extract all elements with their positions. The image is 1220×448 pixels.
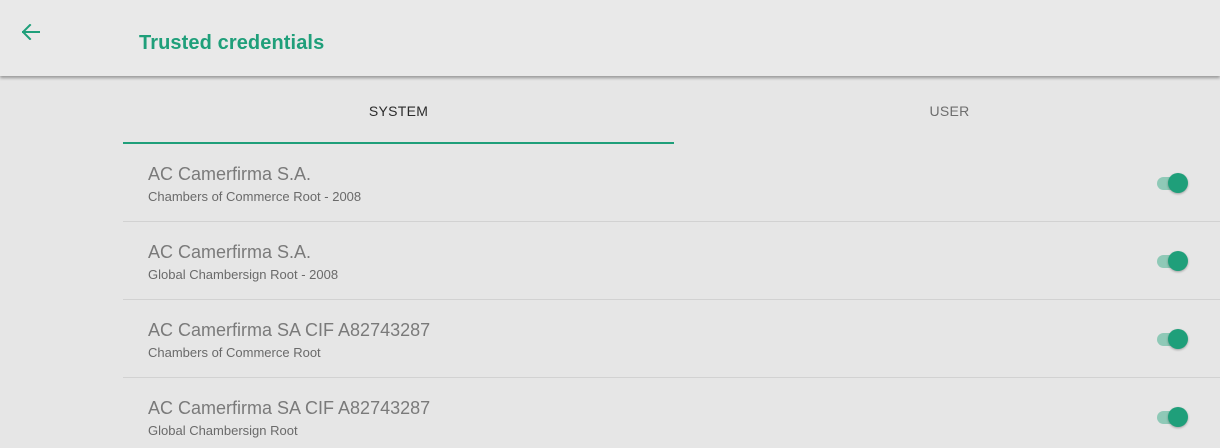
credential-subtitle: Global Chambersign Root - 2008 <box>148 267 339 282</box>
credential-title: AC Camerfirma S.A. <box>148 242 312 262</box>
list-item[interactable]: AC Camerfirma SA CIF A82743287 Global Ch… <box>123 378 1220 448</box>
app-toolbar: Trusted credentials <box>0 0 1220 76</box>
credential-title: AC Camerfirma SA CIF A82743287 <box>148 320 431 340</box>
credential-toggle[interactable] <box>1155 172 1191 194</box>
list-item[interactable]: AC Camerfirma SA CIF A82743287 Chambers … <box>123 300 1220 378</box>
tab-system[interactable]: SYSTEM <box>123 78 674 144</box>
arrow-back-icon <box>22 24 40 40</box>
tab-user[interactable]: USER <box>674 78 1220 144</box>
credential-subtitle: Chambers of Commerce Root - 2008 <box>148 189 362 204</box>
tab-bar: SYSTEM USER <box>123 78 1220 144</box>
credential-title: AC Camerfirma SA CIF A82743287 <box>148 398 431 418</box>
credential-toggle[interactable] <box>1155 406 1191 428</box>
credential-toggle[interactable] <box>1155 328 1191 350</box>
toggle-thumb <box>1168 173 1188 193</box>
credential-subtitle: Chambers of Commerce Root <box>148 345 321 360</box>
list-item[interactable]: AC Camerfirma S.A. Chambers of Commerce … <box>123 144 1220 222</box>
credential-subtitle: Global Chambersign Root <box>148 423 298 438</box>
page-title: Trusted credentials <box>139 32 325 54</box>
toggle-thumb <box>1168 251 1188 271</box>
credentials-list: AC Camerfirma S.A. Chambers of Commerce … <box>123 144 1220 448</box>
toggle-thumb <box>1168 329 1188 349</box>
toggle-thumb <box>1168 407 1188 427</box>
credential-title: AC Camerfirma S.A. <box>148 164 312 184</box>
credential-toggle[interactable] <box>1155 250 1191 272</box>
list-item[interactable]: AC Camerfirma S.A. Global Chambersign Ro… <box>123 222 1220 300</box>
back-button[interactable] <box>22 24 62 64</box>
trusted-credentials-screen: Trusted credentials SYSTEM USER AC Camer… <box>0 0 1220 448</box>
